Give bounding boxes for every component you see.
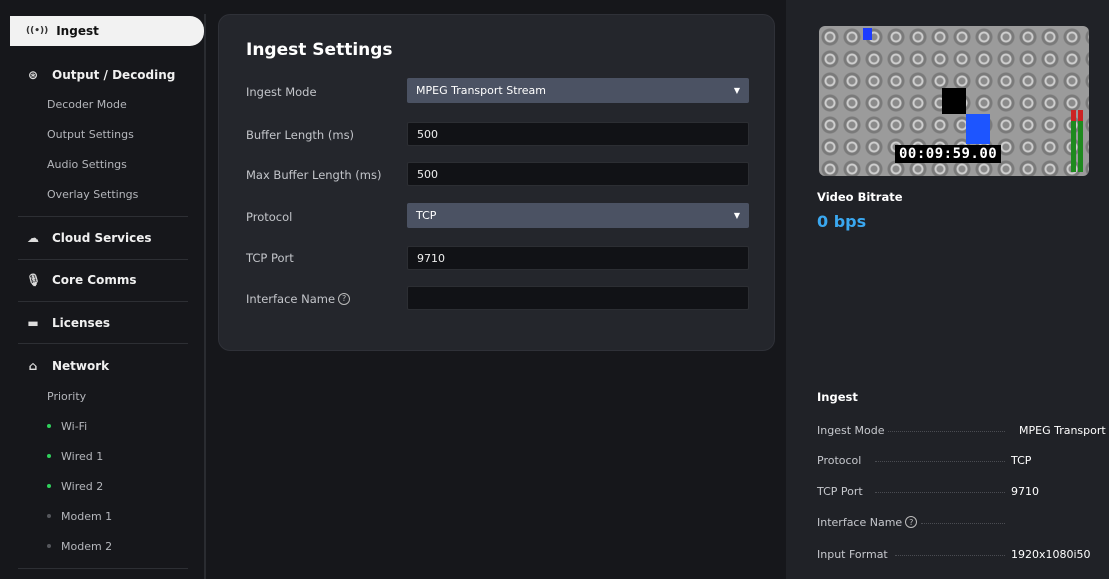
- sidebar-item-output-settings[interactable]: Output Settings: [47, 128, 134, 141]
- timecode-overlay: 00:09:59.00: [895, 145, 1002, 163]
- broadcast-icon: ((•)): [26, 26, 49, 36]
- summary-row-ingest-mode: Ingest Mode MPEG Transport St: [817, 424, 1109, 438]
- audio-meter-left: [1071, 110, 1076, 172]
- sidebar-item-overlay-settings[interactable]: Overlay Settings: [47, 188, 138, 201]
- microphone-icon: 🎙︎: [26, 273, 42, 287]
- ingest-mode-select[interactable]: MPEG Transport Stream ▼: [407, 78, 749, 103]
- sidebar-item-audio-settings[interactable]: Audio Settings: [47, 158, 127, 171]
- sidebar-section-network[interactable]: ⌂ Network: [26, 359, 109, 373]
- help-icon[interactable]: ?: [338, 292, 351, 305]
- sidebar-section-cloud-services[interactable]: ☁ Cloud Services: [26, 231, 152, 245]
- status-dot-connected: [47, 484, 51, 488]
- status-dot-connected: [47, 454, 51, 458]
- summary-row-input-format: Input Format 1920x1080i50: [817, 548, 1091, 561]
- summary-row-interface-name: Interface Name?: [817, 516, 1109, 530]
- protocol-select[interactable]: TCP ▼: [407, 203, 749, 228]
- divider: [18, 568, 188, 569]
- sidebar-section-core-comms[interactable]: 🎙︎ Core Comms: [26, 273, 137, 287]
- cloud-icon: ☁: [27, 231, 39, 245]
- help-icon[interactable]: ?: [905, 516, 918, 528]
- card-title: Ingest Settings: [246, 40, 393, 60]
- sidebar-item-wifi[interactable]: Wi-Fi: [47, 420, 87, 433]
- buffer-length-input[interactable]: 500: [407, 122, 749, 146]
- leader-dots: [875, 461, 1005, 462]
- sidebar-item-modem-2[interactable]: Modem 2: [47, 540, 112, 553]
- summary-row-protocol: Protocol TCP: [817, 454, 1032, 467]
- tcp-port-input[interactable]: 9710: [407, 246, 749, 270]
- sidebar-item-priority[interactable]: Priority: [47, 390, 86, 403]
- leader-dots: [875, 492, 1005, 493]
- leader-dots: [895, 555, 1005, 556]
- interface-name-input[interactable]: [407, 286, 749, 310]
- chevron-down-icon: ▼: [733, 211, 740, 220]
- sidebar-item-wired-1[interactable]: Wired 1: [47, 450, 103, 463]
- license-icon: ▬: [27, 316, 39, 330]
- sidebar-item-ingest[interactable]: ((•)) Ingest: [10, 16, 204, 46]
- video-bitrate-value: 0 bps: [817, 212, 867, 231]
- divider: [18, 259, 188, 260]
- test-pattern-block: [966, 114, 990, 144]
- gear-circle-icon: ⊛: [27, 68, 39, 82]
- sidebar-item-decoder-mode[interactable]: Decoder Mode: [47, 98, 127, 111]
- leader-dots: [887, 431, 1005, 432]
- max-buffer-length-label: Max Buffer Length (ms): [246, 168, 382, 182]
- tcp-port-label: TCP Port: [246, 251, 294, 265]
- audio-meter-right: [1078, 110, 1083, 172]
- divider: [18, 343, 188, 344]
- sidebar-item-wired-2[interactable]: Wired 2: [47, 480, 103, 493]
- summary-row-tcp-port: TCP Port 9710: [817, 485, 1039, 498]
- status-panel: 00:09:59.00 Video Bitrate 0 bps Ingest I…: [786, 0, 1109, 579]
- status-dot-disconnected: [47, 514, 51, 518]
- sidebar-section-licenses[interactable]: ▬ Licenses: [26, 316, 110, 330]
- protocol-label: Protocol: [246, 210, 293, 224]
- test-pattern-block: [863, 28, 872, 40]
- video-bitrate-label: Video Bitrate: [817, 190, 903, 204]
- leader-dots: [921, 523, 1005, 524]
- sidebar-scroll-track: [204, 14, 206, 579]
- test-pattern-block: [942, 88, 966, 114]
- ingest-settings-card: Ingest Settings Ingest Mode MPEG Transpo…: [218, 14, 775, 351]
- network-icon: ⌂: [28, 359, 38, 373]
- divider: [18, 216, 188, 217]
- interface-name-label: Interface Name?: [246, 292, 351, 306]
- sidebar-section-output-decoding[interactable]: ⊛ Output / Decoding: [26, 68, 175, 82]
- status-dot-disconnected: [47, 544, 51, 548]
- sidebar-item-modem-1[interactable]: Modem 1: [47, 510, 112, 523]
- sidebar: ((•)) Ingest ⊛ Output / Decoding Decoder…: [0, 0, 208, 579]
- buffer-length-label: Buffer Length (ms): [246, 128, 355, 142]
- video-preview: 00:09:59.00: [819, 26, 1089, 176]
- sidebar-item-label: Ingest: [56, 24, 99, 38]
- divider: [18, 301, 188, 302]
- max-buffer-length-input[interactable]: 500: [407, 162, 749, 186]
- status-dot-connected: [47, 424, 51, 428]
- chevron-down-icon: ▼: [733, 86, 740, 95]
- ingest-mode-label: Ingest Mode: [246, 85, 317, 99]
- ingest-summary-title: Ingest: [817, 390, 858, 404]
